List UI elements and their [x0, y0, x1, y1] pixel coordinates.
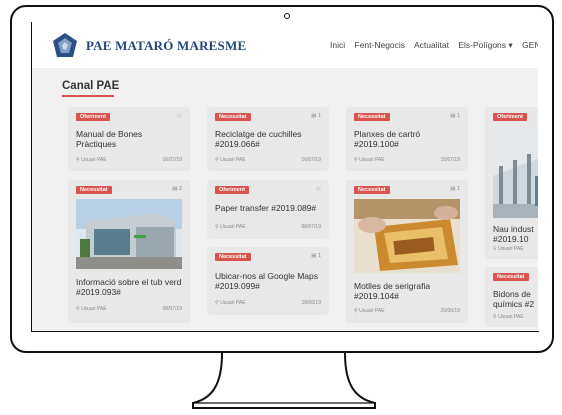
card-date: 16/07/19	[162, 157, 182, 163]
card-title[interactable]: Nau indust #2019.10	[493, 224, 538, 244]
card-motlles-serigrafia[interactable]: Necessitat ▤ 1 Motlles de serigrafia #20…	[346, 180, 468, 323]
card-meta: ⚲ Usuari PAE 08/07/19	[76, 306, 182, 312]
comment-icon: ▤ 1	[311, 113, 321, 119]
card-meta: ⚲ Usuari PAE 26/06/19	[354, 308, 460, 314]
browser-viewport: PAE MATARÓ MARESME Inici Fent-Negocis Ac…	[32, 23, 538, 331]
card-meta: ⚲ Usuari PAE 16/07/19	[76, 157, 182, 163]
comment-icon: ▤ 1	[450, 186, 460, 192]
comment-icon: ▤	[176, 113, 182, 119]
nav-inici[interactable]: Inici	[330, 40, 345, 50]
main-nav: Inici Fent-Negocis Actualitat Els-Polígo…	[330, 40, 538, 51]
page-title: Canal PAE	[62, 80, 120, 92]
building-image	[76, 199, 182, 269]
pae-logo-icon	[53, 33, 77, 57]
card-date: 15/07/19	[440, 157, 460, 163]
card-nau-industrial[interactable]: Oferiment Nau indust #2019.10 ⚲ Usuari P…	[485, 107, 538, 259]
title-underline	[62, 95, 114, 97]
card-date: 18/06/19	[301, 300, 321, 306]
card-user: Usuari PAE	[498, 314, 524, 320]
site-header: PAE MATARÓ MARESME Inici Fent-Negocis Ac…	[32, 23, 538, 68]
card-user: Usuari PAE	[81, 306, 107, 312]
card-meta: ⚲ Usuari PAE 18/06/19	[215, 300, 321, 306]
card-google-maps[interactable]: Necessitat ▤ 1 Ubicar-nos al Google Maps…	[207, 247, 329, 315]
comment-icon: ▤ 1	[311, 253, 321, 259]
card-meta: ⚲ Usuari PAE	[493, 246, 537, 252]
card-title[interactable]: Paper transfer #2019.089#	[215, 203, 325, 213]
nav-els-poligons[interactable]: Els-Polígons ▾	[458, 40, 512, 50]
card-meta: ⚲ Usuari PAE 08/07/19	[215, 224, 321, 230]
comment-icon: ▤	[315, 186, 321, 192]
card-manual-bones-practiques[interactable]: Oferiment ▤ Manual de Bones Pràctiques ⚲…	[68, 107, 190, 171]
card-user: Usuari PAE	[81, 157, 107, 163]
status-badge: Necessitat	[354, 186, 390, 194]
status-badge: Necessitat	[215, 113, 251, 121]
warehouse-image	[493, 126, 538, 218]
status-badge: Oferiment	[493, 113, 527, 121]
card-title[interactable]: Planxes de cartró #2019.100#	[354, 129, 462, 149]
screenprint-image	[354, 199, 460, 273]
card-title[interactable]: Motlles de serigrafia #2019.104#	[354, 281, 462, 301]
card-title[interactable]: Manual de Bones Pràctiques	[76, 129, 176, 149]
card-user: Usuari PAE	[220, 157, 246, 163]
card-user: Usuari PAE	[359, 308, 385, 314]
card-user: Usuari PAE	[220, 224, 246, 230]
card-title[interactable]: Informació sobre el tub verd #2019.093#	[76, 277, 184, 297]
card-user: Usuari PAE	[220, 300, 246, 306]
status-badge: Oferiment	[215, 186, 249, 194]
card-user: Usuari PAE	[498, 246, 524, 252]
comment-icon: ▤ 2	[172, 186, 182, 192]
card-planxes-carto[interactable]: Necessitat ▤ 1 Planxes de cartró #2019.1…	[346, 107, 468, 171]
status-badge: Necessitat	[76, 186, 112, 194]
card-date: 16/07/19	[301, 157, 321, 163]
card-meta: ⚲ Usuari PAE 16/07/19	[215, 157, 321, 163]
nav-actualitat[interactable]: Actualitat	[414, 40, 449, 50]
status-badge: Oferiment	[76, 113, 110, 121]
card-title[interactable]: Ubicar-nos al Google Maps #2019.099#	[215, 271, 325, 291]
status-badge: Necessitat	[354, 113, 390, 121]
card-tub-verd[interactable]: Necessitat ▤ 2 Informació sobre el tub v…	[68, 180, 190, 323]
card-date: 08/07/19	[301, 224, 321, 230]
status-badge: Necessitat	[215, 253, 251, 261]
card-title[interactable]: Bidons de químics #2	[493, 289, 538, 309]
card-date: 08/07/19	[162, 306, 182, 312]
nav-gen[interactable]: GEN	[522, 40, 538, 50]
card-meta: ⚲ Usuari PAE	[493, 314, 537, 320]
nav-fent-negocis[interactable]: Fent-Negocis	[355, 40, 406, 50]
card-paper-transfer[interactable]: Oferiment ▤ Paper transfer #2019.089# ⚲ …	[207, 180, 329, 239]
card-meta: ⚲ Usuari PAE 15/07/19	[354, 157, 460, 163]
status-badge: Necessitat	[493, 273, 529, 281]
card-date: 26/06/19	[440, 308, 460, 314]
card-bidons-quimics[interactable]: Necessitat Bidons de químics #2 ⚲ Usuari…	[485, 267, 538, 327]
card-user: Usuari PAE	[359, 157, 385, 163]
site-logo-text[interactable]: PAE MATARÓ MARESME	[86, 38, 246, 54]
card-reciclatge-cuchilles[interactable]: Necessitat ▤ 1 Reciclatge de cuchilles #…	[207, 107, 329, 171]
card-title[interactable]: Reciclatge de cuchilles #2019.066#	[215, 129, 323, 149]
comment-icon: ▤ 1	[450, 113, 460, 119]
